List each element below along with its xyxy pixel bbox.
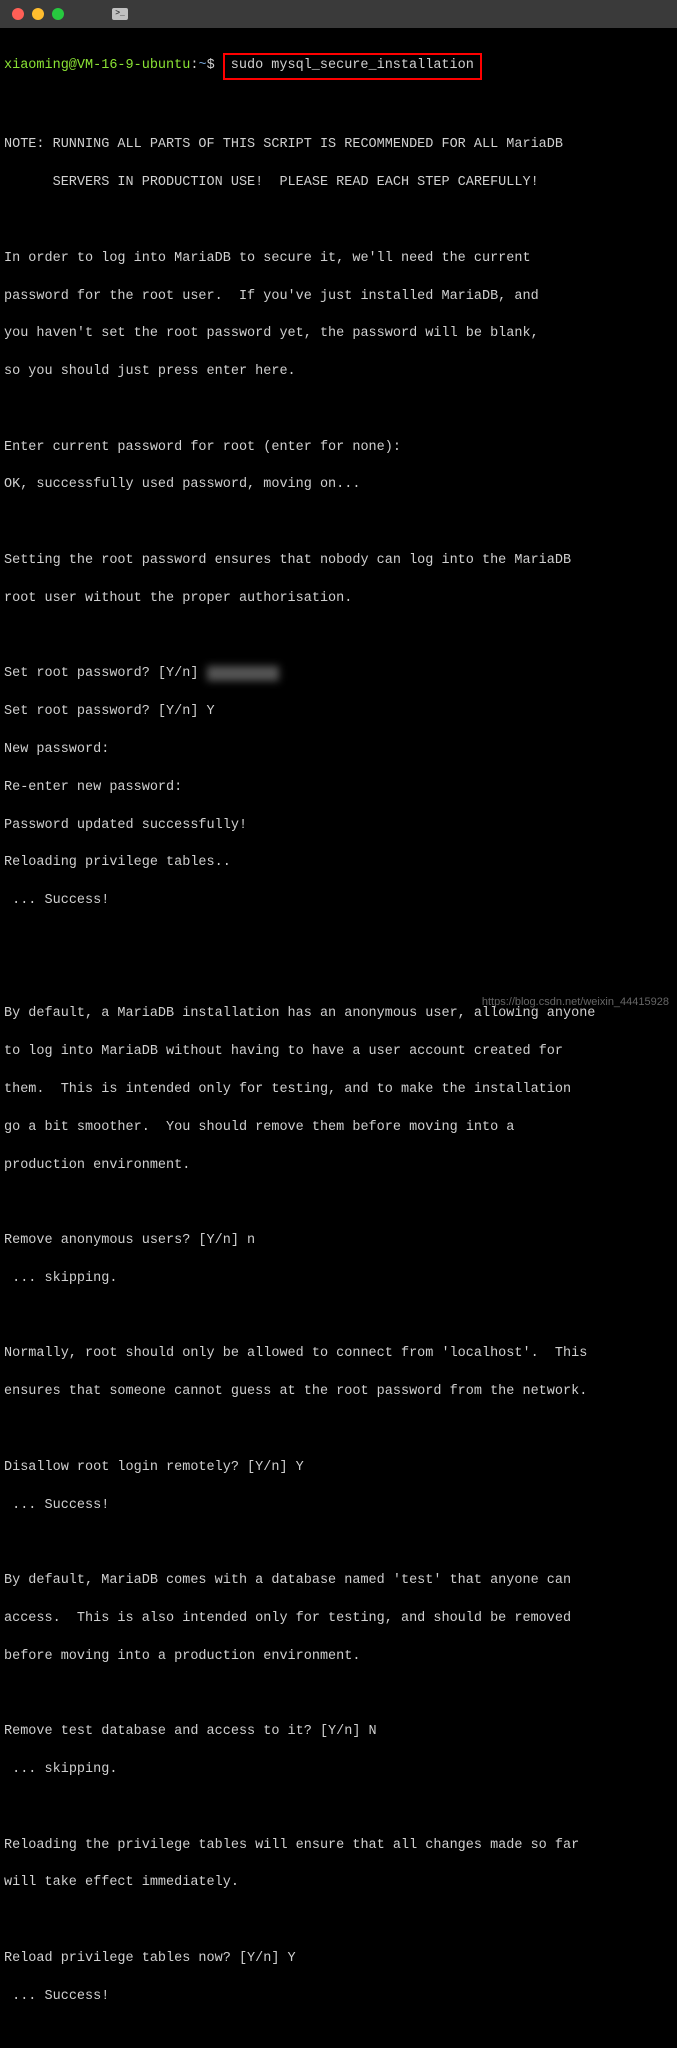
output-line	[4, 99, 673, 118]
output-line: OK, successfully used password, moving o…	[4, 476, 673, 495]
terminal-icon	[112, 8, 128, 20]
output-line: Reloading the privilege tables will ensu…	[4, 1837, 673, 1856]
output-line: ... skipping.	[4, 1270, 673, 1289]
prompt-user-host: xiaoming@VM-16-9-ubuntu	[4, 58, 190, 73]
output-line: Enter current password for root (enter f…	[4, 439, 673, 458]
output-line: them. This is intended only for testing,…	[4, 1081, 673, 1100]
output-line: ... Success!	[4, 892, 673, 911]
output-line	[4, 628, 673, 647]
output-line	[4, 1799, 673, 1818]
output-line: Setting the root password ensures that n…	[4, 552, 673, 571]
output-line: access. This is also intended only for t…	[4, 1610, 673, 1629]
output-line: Remove test database and access to it? […	[4, 1723, 673, 1742]
output-line: so you should just press enter here.	[4, 363, 673, 382]
minimize-icon[interactable]	[32, 8, 44, 20]
output-line	[4, 930, 673, 949]
output-line	[4, 514, 673, 533]
output-line: Reload privilege tables now? [Y/n] Y	[4, 1950, 673, 1969]
output-line	[4, 1912, 673, 1931]
output-line	[4, 968, 673, 987]
window-titlebar	[0, 0, 677, 28]
output-line	[4, 1308, 673, 1327]
prompt-path: ~	[198, 58, 206, 73]
output-line: ... Success!	[4, 1988, 673, 2007]
output-line	[4, 212, 673, 231]
output-line: Re-enter new password:	[4, 779, 673, 798]
command-text: sudo mysql_secure_installation	[231, 58, 474, 73]
prompt-dollar: $	[207, 58, 215, 73]
blurred-input: xxxx	[207, 666, 279, 681]
output-line: In order to log into MariaDB to secure i…	[4, 250, 673, 269]
output-line	[4, 2026, 673, 2045]
output-line: New password:	[4, 741, 673, 760]
output-line: Set root password? [Y/n] xxxx	[4, 665, 673, 684]
output-line: SERVERS IN PRODUCTION USE! PLEASE READ E…	[4, 174, 673, 193]
output-line: Password updated successfully!	[4, 817, 673, 836]
output-line: By default, MariaDB comes with a databas…	[4, 1572, 673, 1591]
output-line: Normally, root should only be allowed to…	[4, 1345, 673, 1364]
output-line	[4, 1534, 673, 1553]
output-line	[4, 401, 673, 420]
output-line: ... skipping.	[4, 1761, 673, 1780]
output-text: Set root password? [Y/n]	[4, 666, 207, 681]
output-line	[4, 1685, 673, 1704]
terminal-output[interactable]: xiaoming@VM-16-9-ubuntu:~$ sudo mysql_se…	[0, 28, 677, 2048]
output-line: will take effect immediately.	[4, 1874, 673, 1893]
output-line: before moving into a production environm…	[4, 1648, 673, 1667]
output-line	[4, 1421, 673, 1440]
output-line: Set root password? [Y/n] Y	[4, 703, 673, 722]
output-line: Reloading privilege tables..	[4, 854, 673, 873]
output-line: to log into MariaDB without having to ha…	[4, 1043, 673, 1062]
output-line: you haven't set the root password yet, t…	[4, 325, 673, 344]
output-line: ... Success!	[4, 1497, 673, 1516]
maximize-icon[interactable]	[52, 8, 64, 20]
output-line: password for the root user. If you've ju…	[4, 288, 673, 307]
output-line	[4, 1194, 673, 1213]
output-line: Disallow root login remotely? [Y/n] Y	[4, 1459, 673, 1478]
output-line: NOTE: RUNNING ALL PARTS OF THIS SCRIPT I…	[4, 136, 673, 155]
prompt-line: xiaoming@VM-16-9-ubuntu:~$ sudo mysql_se…	[4, 53, 673, 80]
watermark-text: https://blog.csdn.net/weixin_44415928	[482, 995, 669, 1010]
output-line: root user without the proper authorisati…	[4, 590, 673, 609]
command-highlight-box: sudo mysql_secure_installation	[223, 53, 482, 80]
close-icon[interactable]	[12, 8, 24, 20]
output-line: production environment.	[4, 1157, 673, 1176]
output-line: ensures that someone cannot guess at the…	[4, 1383, 673, 1402]
output-line: Remove anonymous users? [Y/n] n	[4, 1232, 673, 1251]
output-line: go a bit smoother. You should remove the…	[4, 1119, 673, 1138]
